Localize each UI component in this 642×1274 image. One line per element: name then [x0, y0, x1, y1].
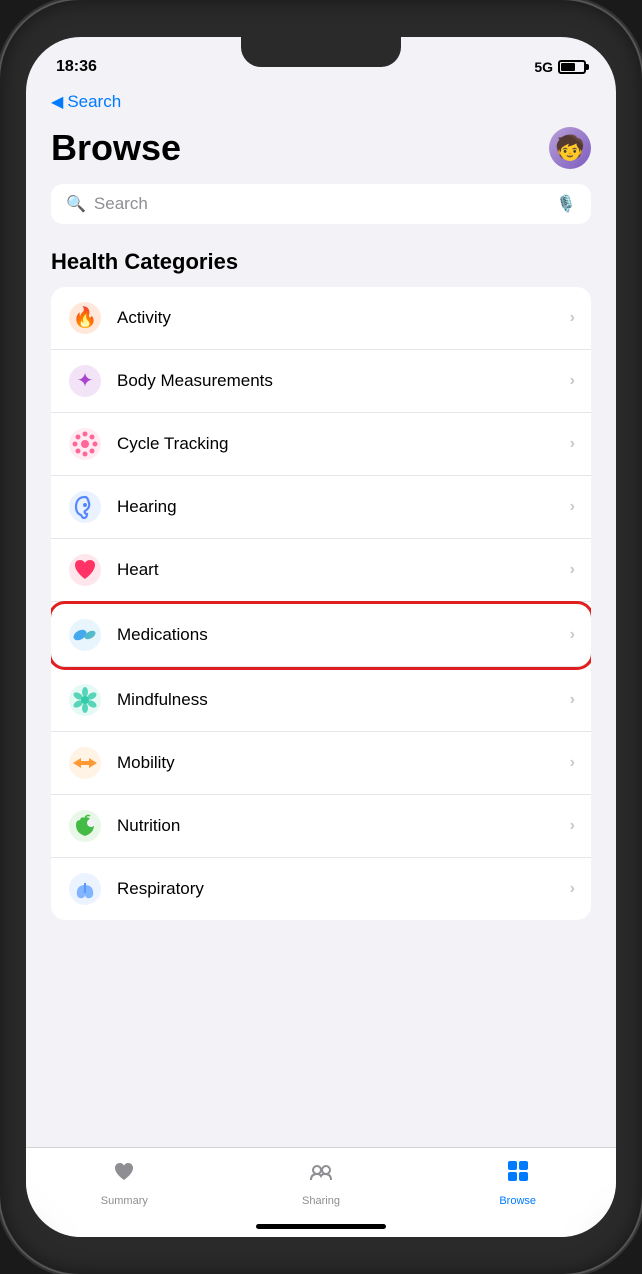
section-title: Health Categories [51, 249, 591, 275]
sharing-tab-icon [308, 1158, 334, 1191]
svg-text:✦: ✦ [77, 370, 94, 392]
tab-sharing[interactable]: Sharing [223, 1158, 420, 1207]
categories-list: 🔥 Activity › ✦ Body Measurements [51, 287, 591, 920]
mindfulness-icon [67, 682, 103, 718]
medications-label: Medications [117, 625, 556, 645]
svg-text:🔥: 🔥 [73, 305, 98, 329]
category-item-mindfulness[interactable]: Mindfulness › [51, 669, 591, 732]
hearing-icon [67, 489, 103, 525]
status-time: 18:36 [56, 58, 97, 76]
back-nav[interactable]: ◀ Search [26, 87, 616, 117]
tab-summary[interactable]: Summary [26, 1158, 223, 1207]
cycle-tracking-label: Cycle Tracking [117, 434, 556, 454]
respiratory-icon [67, 871, 103, 907]
body-measurements-icon: ✦ [67, 363, 103, 399]
page-content: Browse 🧒 🔍 Search 🎙️ Health Categories [26, 117, 616, 1152]
home-indicator [256, 1224, 386, 1229]
search-icon: 🔍 [66, 194, 86, 214]
activity-chevron: › [570, 309, 575, 327]
activity-icon: 🔥 [67, 300, 103, 336]
browse-tab-icon [505, 1158, 531, 1191]
phone-screen: 18:36 5G ◀ Search Browse 🧒 🔍 Searc [26, 37, 616, 1237]
category-item-cycle-tracking[interactable]: Cycle Tracking › [51, 413, 591, 476]
mobility-chevron: › [570, 754, 575, 772]
category-item-heart[interactable]: Heart › [51, 539, 591, 602]
tab-browse[interactable]: Browse [419, 1158, 616, 1207]
category-item-nutrition[interactable]: Nutrition › [51, 795, 591, 858]
page-header: Browse 🧒 [51, 117, 591, 184]
category-item-mobility[interactable]: Mobility › [51, 732, 591, 795]
category-item-body-measurements[interactable]: ✦ Body Measurements › [51, 350, 591, 413]
page-title: Browse [51, 127, 181, 169]
status-right: 5G [534, 59, 586, 75]
battery-icon [558, 60, 586, 74]
nutrition-label: Nutrition [117, 816, 556, 836]
cycle-tracking-icon [67, 426, 103, 462]
sharing-tab-label: Sharing [302, 1195, 340, 1207]
respiratory-label: Respiratory [117, 879, 556, 899]
network-indicator: 5G [534, 59, 553, 75]
body-measurements-label: Body Measurements [117, 371, 556, 391]
search-placeholder: Search [94, 194, 548, 214]
back-chevron-icon: ◀ [51, 92, 63, 112]
mobility-icon [67, 745, 103, 781]
medications-icon [67, 617, 103, 653]
summary-tab-icon [111, 1158, 137, 1191]
summary-tab-label: Summary [101, 1195, 148, 1207]
cycle-tracking-chevron: › [570, 435, 575, 453]
activity-label: Activity [117, 308, 556, 328]
category-item-activity[interactable]: 🔥 Activity › [51, 287, 591, 350]
nutrition-chevron: › [570, 817, 575, 835]
browse-tab-label: Browse [499, 1195, 536, 1207]
heart-label: Heart [117, 560, 556, 580]
heart-icon [67, 552, 103, 588]
avatar[interactable]: 🧒 [549, 127, 591, 169]
phone-frame: 18:36 5G ◀ Search Browse 🧒 🔍 Searc [0, 0, 642, 1274]
respiratory-chevron: › [570, 880, 575, 898]
category-item-medications[interactable]: Medications › [51, 604, 591, 667]
battery-fill [561, 63, 575, 71]
back-label: Search [67, 92, 121, 112]
mobility-label: Mobility [117, 753, 556, 773]
mindfulness-chevron: › [570, 691, 575, 709]
category-item-respiratory[interactable]: Respiratory › [51, 858, 591, 920]
microphone-icon[interactable]: 🎙️ [556, 194, 576, 214]
mindfulness-label: Mindfulness [117, 690, 556, 710]
category-item-hearing[interactable]: Hearing › [51, 476, 591, 539]
body-measurements-chevron: › [570, 372, 575, 390]
nutrition-icon [67, 808, 103, 844]
heart-chevron: › [570, 561, 575, 579]
search-bar[interactable]: 🔍 Search 🎙️ [51, 184, 591, 224]
medications-chevron: › [570, 626, 575, 644]
hearing-label: Hearing [117, 497, 556, 517]
hearing-chevron: › [570, 498, 575, 516]
notch [241, 37, 401, 67]
